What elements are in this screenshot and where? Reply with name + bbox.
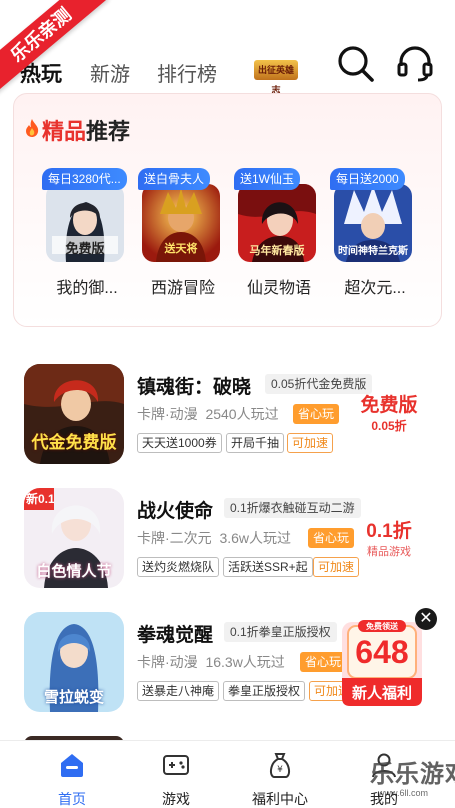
discount-badge-main: 0.1折 [366,521,412,542]
cover-caption: 白色情人节 [36,563,112,580]
packet-top-label: 免费领送 [366,622,398,631]
cover-caption: 代金免费版 [31,433,117,452]
packet-amount: 648 [355,634,409,670]
discount-badge: 0.1折 精品游戏 [349,516,429,559]
game-players: 3.6w人玩过 [219,530,292,546]
game-row[interactable]: 代金免费版 镇魂街：破晓 0.05折代金免费版 卡牌·动漫 2540人玩过 省心… [0,364,455,474]
discount-badge-rate: 0.05折 [371,419,407,433]
game-cover: 送天将 [142,184,220,262]
game-cover: 马年新春版 [238,184,316,262]
save-worry-badge: 省心玩 [308,528,355,548]
game-category: 卡牌·二次元 [137,530,212,546]
game-title: 战火使命 [137,501,214,522]
game-title: 镇魂街：破晓 [137,377,252,398]
gamepad-icon [163,755,189,775]
game-icon: 代金免费版 [24,364,124,464]
svg-text:¥: ¥ [277,765,283,775]
game-tag: 0.1折拳皇正版授权 [224,622,337,642]
nav-games-label: 游戏 [162,791,190,807]
benefit-chip: 天天送1000券 [137,433,222,453]
nav-welfare-label: 福利中心 [252,791,308,807]
game-icon: 雪拉蜕变 [24,612,124,712]
recommend-panel: 精品推荐 每日3280代... 免费版 我的御... 送白骨夫人 送天将 西游冒… [13,93,442,327]
cover-caption: 雪拉蜕变 [43,689,104,706]
cover-caption: 马年新春版 [249,245,305,257]
promo-badge: 每日送2000 [330,168,405,190]
recommend-title-highlight: 精品 [42,119,87,144]
game-title: 拳魂觉醒 [137,625,214,646]
nav-home-label: 首页 [58,791,86,807]
discount-badge-sub: 精品游戏 [367,546,411,558]
game-tag: 0.1折爆衣触碰互动二游 [224,498,361,518]
recommend-item-name: 我的御... [56,280,118,297]
watermark-url: www.6ll.com [378,788,429,798]
fire-icon [26,119,39,137]
discount-badge: 免费版 0.05折 [349,390,429,434]
discount-badge-main: 免费版 [360,395,418,416]
promo-badge: 每日3280代... [42,168,127,190]
event-logo[interactable]: 出征英雄志 [254,60,298,95]
recommend-item-name: 仙灵物语 [246,280,311,297]
accelerate-chip: 可加速 [313,557,360,577]
save-worry-badge: 省心玩 [293,404,340,424]
recommend-title-rest: 推荐 [86,119,131,144]
cover-caption: 免费版 [65,241,105,256]
promo-badge: 送白骨夫人 [138,168,211,190]
accelerate-chip: 可加速 [287,433,334,453]
cover-caption: 时间神特兰克斯 [338,246,408,257]
recommend-item-name: 超次元... [344,280,406,297]
cover-caption: 送天将 [164,243,198,255]
cover-corner-tag: 新0.1 [26,492,55,506]
game-meta: 卡牌·动漫 16.3w人玩过 [137,652,285,672]
game-category: 卡牌·动漫 [137,406,198,422]
headset-icon [397,46,433,82]
benefit-chip: 送暴走八神庵 [137,681,220,701]
search-button[interactable] [334,42,376,84]
game-row[interactable]: 新0.1 白色情人节 战火使命 0.1折爆衣触碰互动二游 卡牌·二次元 3.6w… [0,488,455,598]
game-meta: 卡牌·动漫 2540人玩过 [137,404,279,424]
game-meta: 卡牌·二次元 3.6w人玩过 [137,528,291,548]
benefit-chip: 拳皇正版授权 [223,681,306,701]
tab-new[interactable]: 新游 [90,58,130,87]
tab-ranking[interactable]: 排行榜 [157,58,217,87]
benefit-chip: 开局千抽 [226,433,285,453]
close-icon[interactable]: ✕ [415,608,437,630]
recommend-item-name: 西游冒险 [150,280,215,297]
benefit-chip: 活跃送SSR+起 [223,557,313,577]
game-cover: 时间神特兰克斯 [334,184,412,262]
search-icon [338,46,374,82]
watermark: 乐乐游戏 www.6ll.com [370,748,455,808]
game-players: 2540人玩过 [205,406,279,422]
game-icon: 新0.1 白色情人节 [24,488,124,588]
home-icon [61,754,83,777]
game-cover: 免费版 [46,184,124,262]
customer-service-button[interactable] [394,42,436,84]
game-players: 16.3w人玩过 [205,654,285,670]
benefit-chip: 送灼炎燃烧队 [137,557,220,577]
promo-badge: 送1W仙玉 [234,168,301,190]
game-category: 卡牌·动漫 [137,654,198,670]
recommend-title: 精品推荐 [42,114,130,146]
packet-label: 新人福利 [351,685,412,702]
new-user-gift-popup[interactable]: 免费领送 648 新人福利 [338,618,426,710]
money-bag-icon: ¥ [269,753,291,778]
watermark-text: 乐乐游戏 [370,761,455,788]
